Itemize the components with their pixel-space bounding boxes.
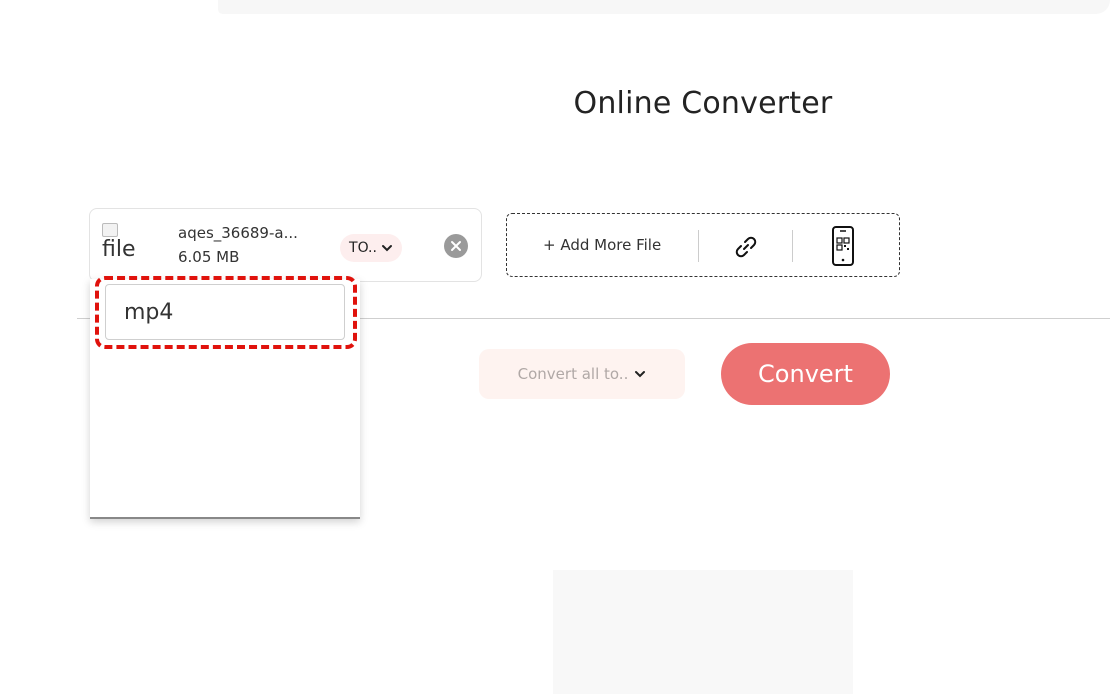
qr-phone-icon[interactable] bbox=[831, 226, 855, 266]
format-dropdown bbox=[90, 279, 360, 519]
add-file-panel: + Add More File bbox=[506, 213, 900, 277]
top-band bbox=[218, 0, 1110, 14]
separator bbox=[792, 230, 793, 262]
file-card: file aqes_36689-a... 6.05 MB TO.. bbox=[89, 208, 482, 282]
format-select-label: TO.. bbox=[349, 240, 377, 256]
convert-all-label: Convert all to.. bbox=[517, 365, 629, 383]
file-size: 6.05 MB bbox=[178, 248, 240, 266]
convert-button[interactable]: Convert bbox=[721, 343, 890, 405]
file-thumbnail: file bbox=[102, 223, 146, 269]
file-name: aqes_36689-a... bbox=[178, 224, 298, 242]
chevron-down-icon bbox=[381, 245, 392, 252]
file-thumb-alt: file bbox=[102, 237, 136, 262]
bottom-placeholder bbox=[553, 570, 853, 694]
format-search-input[interactable] bbox=[105, 284, 345, 340]
link-icon[interactable] bbox=[733, 234, 759, 260]
convert-all-select[interactable]: Convert all to.. bbox=[479, 349, 685, 399]
add-more-file-button[interactable]: + Add More File bbox=[543, 236, 661, 254]
page-title: Online Converter bbox=[573, 86, 833, 121]
broken-image-icon bbox=[102, 223, 118, 237]
chevron-down-icon bbox=[635, 371, 646, 378]
separator bbox=[698, 230, 699, 262]
close-icon bbox=[451, 241, 461, 251]
format-select-button[interactable]: TO.. bbox=[340, 234, 402, 262]
remove-file-button[interactable] bbox=[444, 234, 468, 258]
